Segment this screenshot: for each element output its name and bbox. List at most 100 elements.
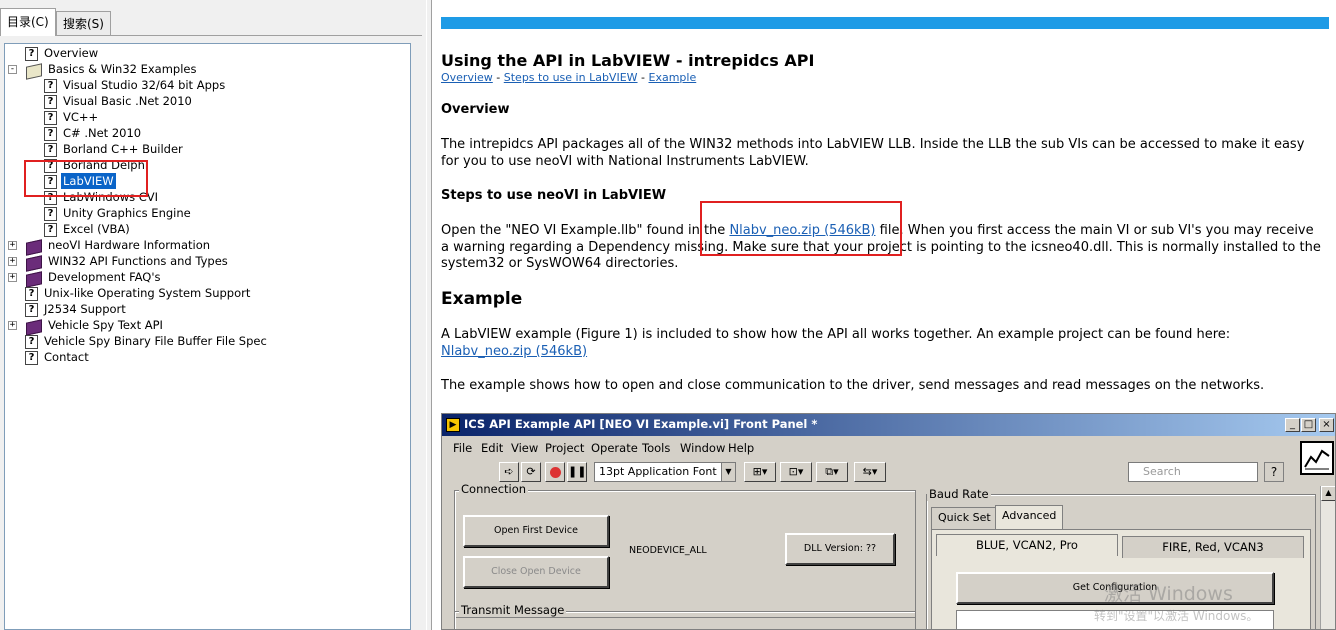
help-page-icon: ? <box>25 46 38 61</box>
tree-item-label: WIN32 API Functions and Types <box>48 254 228 268</box>
example-paragraph-2: The example shows how to open and close … <box>441 378 1265 393</box>
menu-file: File <box>453 441 473 455</box>
tab-contents[interactable]: 目录(C) <box>0 8 56 36</box>
tree-item-label: Unity Graphics Engine <box>63 206 191 220</box>
example-heading: Example <box>441 289 523 309</box>
breadcrumb-link-overview[interactable]: Overview <box>441 71 493 84</box>
pause-icon: ❚❚ <box>567 462 587 482</box>
tree-item[interactable]: ? Unity Graphics Engine <box>44 205 193 221</box>
expand-icon[interactable]: + <box>8 257 17 266</box>
expand-icon[interactable]: + <box>8 241 17 250</box>
maximize-icon: □ <box>1301 418 1316 432</box>
help-page-icon: ? <box>44 78 57 93</box>
expand-icon[interactable]: + <box>8 321 17 330</box>
expand-icon[interactable]: + <box>8 273 17 282</box>
dll-version-button: DLL Version: ?? <box>785 533 895 565</box>
tree-item[interactable]: Basics & Win32 Examples <box>25 61 199 77</box>
tree-item[interactable]: ? Unix-like Operating System Support <box>25 285 252 301</box>
tree-item-label: VC++ <box>63 110 99 124</box>
tree-item-label: Development FAQ's <box>48 270 161 284</box>
scroll-up-icon: ▲ <box>1321 486 1335 501</box>
tree-item-label: Overview <box>44 46 99 60</box>
steps-text-before: Open the "NEO VI Example.llb" found in t… <box>441 223 730 238</box>
labview-search-input: Search <box>1128 462 1258 482</box>
breadcrumb-link-example[interactable]: Example <box>649 71 697 84</box>
help-page-icon: ? <box>25 286 38 301</box>
tree-item-label: Basics & Win32 Examples <box>48 62 197 76</box>
breadcrumb-link-steps[interactable]: Steps to use in LabVIEW <box>504 71 638 84</box>
tree-item[interactable]: ? LabVIEW <box>44 172 117 190</box>
page-title: Using the API in LabVIEW - intrepidcs AP… <box>441 51 815 70</box>
overview-heading: Overview <box>441 102 510 117</box>
tree-item[interactable]: ? Contact <box>25 349 91 365</box>
tree-item[interactable]: ? Borland Delphi <box>44 157 150 173</box>
baud-rate-label: Baud Rate <box>927 487 991 501</box>
tree-item-label: Vehicle Spy Binary File Buffer File Spec <box>44 334 267 348</box>
tree-item[interactable]: ? Borland C++ Builder <box>44 141 185 157</box>
labview-toolbar: ➪ ⟳ ❚❚ 13pt Application Font ▼ ⊞▾ ⊡▾ ⧉▾ ⇆… <box>442 459 1302 485</box>
help-icon: ? <box>1264 462 1284 482</box>
tree-item[interactable]: ? C# .Net 2010 <box>44 125 143 141</box>
labview-window-title: ICS API Example API [NEO VI Example.vi] … <box>464 417 818 431</box>
transmit-message-label: Transmit Message <box>459 603 567 617</box>
device-type-constant: NEODEVICE_ALL <box>629 545 707 556</box>
tree-item[interactable]: ? Vehicle Spy Binary File Buffer File Spe… <box>25 333 269 349</box>
align-objects-icon: ⊞▾ <box>744 462 776 482</box>
menu-view: View <box>511 441 539 455</box>
collapse-icon[interactable]: - <box>8 65 17 74</box>
contents-tree[interactable]: ? Overview - Basics & Win32 Examples? Visual… <box>4 43 411 630</box>
menu-window: Window <box>680 441 726 455</box>
download-link-example[interactable]: Nlabv_neo.zip (546kB) <box>441 344 587 359</box>
resize-objects-icon: ⧉▾ <box>816 462 848 482</box>
tree-item[interactable]: ? Excel (VBA) <box>44 221 132 237</box>
labview-title-bar: ▶ ICS API Example API [NEO VI Example.vi… <box>442 414 1335 436</box>
help-page-icon: ? <box>44 206 57 221</box>
tree-item[interactable]: WIN32 API Functions and Types <box>25 253 230 269</box>
tree-item-label: neoVI Hardware Information <box>48 238 211 252</box>
tree-item-label: LabWindows CVI <box>63 190 159 204</box>
close-open-device-button: Close Open Device <box>463 556 609 588</box>
example-paragraph: A LabVIEW example (Figure 1) is included… <box>441 327 1321 360</box>
tree-item-label: J2534 Support <box>44 302 126 316</box>
document-header-bar <box>441 17 1329 29</box>
tree-item-label: Excel (VBA) <box>63 222 130 236</box>
reorder-icon: ⇆▾ <box>854 462 886 482</box>
download-link-steps[interactable]: Nlabv_neo.zip (546kB) <box>729 223 875 238</box>
tree-item-label: Visual Basic .Net 2010 <box>63 94 192 108</box>
tree-item-label: Contact <box>44 350 89 364</box>
windows-activation-hint: 转到"设置"以激活 Windows。 <box>1094 609 1259 623</box>
book-icon <box>25 319 42 333</box>
tree-item[interactable]: ? J2534 Support <box>25 301 128 317</box>
steps-heading: Steps to use neoVI in LabVIEW <box>441 188 667 203</box>
tree-item-label: LabVIEW <box>60 172 117 190</box>
vi-icon <box>1300 441 1334 475</box>
steps-paragraph: Open the "NEO VI Example.llb" found in t… <box>441 223 1321 273</box>
distribute-objects-icon: ⊡▾ <box>780 462 812 482</box>
tree-item[interactable]: Development FAQ's <box>25 269 163 285</box>
run-continuously-icon: ⟳ <box>521 462 541 482</box>
tree-item[interactable]: ? LabWindows CVI <box>44 189 160 205</box>
open-first-device-button: Open First Device <box>463 515 609 547</box>
breadcrumb-separator: - <box>492 71 504 84</box>
menu-tools: Tools <box>642 441 671 455</box>
overview-paragraph: The intrepidcs API packages all of the W… <box>441 137 1305 169</box>
tree-item[interactable]: ? VC++ <box>44 109 100 125</box>
tree-item[interactable]: ? Visual Basic .Net 2010 <box>44 93 194 109</box>
tree-item-label: Borland Delphi <box>63 158 149 172</box>
tree-item[interactable]: ? Overview <box>25 45 100 61</box>
abort-icon <box>545 462 565 482</box>
menu-operate: Operate <box>591 441 638 455</box>
connection-group: Connection Open First Device Close Open … <box>454 482 916 618</box>
example-text: A LabVIEW example (Figure 1) is included… <box>441 327 1231 342</box>
font-select: 13pt Application Font ▼ <box>594 462 736 482</box>
help-page-icon: ? <box>44 94 57 109</box>
help-page-icon: ? <box>44 142 57 157</box>
labview-scrollbar: ▲ <box>1320 486 1335 629</box>
connection-label: Connection <box>459 482 529 496</box>
tree-item[interactable]: Vehicle Spy Text API <box>25 317 165 333</box>
tab-advanced: Advanced <box>995 505 1064 529</box>
tab-search[interactable]: 搜索(S) <box>56 11 111 35</box>
tree-item[interactable]: ? Visual Studio 32/64 bit Apps <box>44 77 227 93</box>
tree-item[interactable]: neoVI Hardware Information <box>25 237 212 253</box>
help-page-icon: ? <box>44 190 57 205</box>
